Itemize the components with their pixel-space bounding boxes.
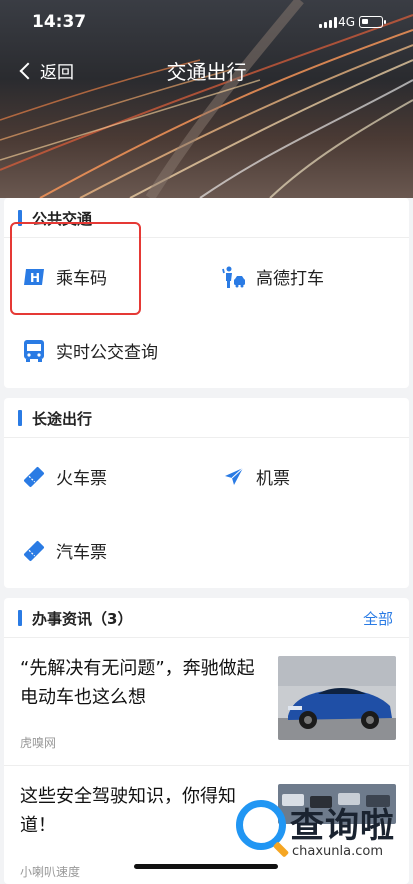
train-ticket-item[interactable]: 火车票 [22,464,107,489]
watermark-brand: 查询啦 [290,806,395,846]
section-header: 办事资讯（3） 全部 [4,598,409,638]
highlight-box [10,222,141,315]
network-type: 4G [338,15,355,29]
taxi-person-icon [222,265,246,289]
news-source: 虎嗅网 [20,736,57,750]
ticket-icon [22,539,46,563]
view-all-link[interactable]: 全部 [363,608,393,629]
section-accent-bar [18,410,22,426]
news-thumbnail [278,656,396,740]
news-item[interactable]: “先解决有无问题”，奔驰做起电动车也这么想 虎嗅网 [4,638,409,766]
header-banner: 14:37 4G 返回 交通出行 [0,0,413,198]
gaode-taxi-item[interactable]: 高德打车 [222,264,324,289]
watermark-logo: 查询啦 chaxunla.com [236,796,406,866]
flight-ticket-item[interactable]: 机票 [222,464,290,489]
status-time: 14:37 [32,12,87,32]
section-title: 办事资讯（3） [32,610,133,628]
battery-icon [359,16,386,28]
ticket-icon [22,465,46,489]
bus-icon [22,339,46,363]
realtime-bus-label: 实时公交查询 [56,343,158,363]
home-indicator[interactable] [134,864,278,869]
flight-ticket-label: 机票 [256,469,290,489]
news-source: 小喇叭速度 [20,865,81,879]
news-headline: “先解决有无问题”，奔驰做起电动车也这么想 [20,658,255,708]
airplane-icon [222,465,246,489]
section-title: 长途出行 [32,410,93,428]
bus-ticket-label: 汽车票 [56,543,107,563]
long-distance-section: 长途出行 火车票 机票 汽车票 [4,398,409,588]
gaode-taxi-label: 高德打车 [256,269,324,289]
realtime-bus-item[interactable]: 实时公交查询 [22,338,158,363]
watermark-url: chaxunla.com [292,844,383,859]
bus-ticket-item[interactable]: 汽车票 [22,538,107,563]
magnifier-icon [236,800,286,850]
navigation-bar: 返回 交通出行 [0,52,413,88]
train-ticket-label: 火车票 [56,469,107,489]
signal-icon [319,17,337,28]
page-title: 交通出行 [166,60,247,84]
status-bar: 14:37 4G [0,12,413,34]
section-header: 长途出行 [4,398,409,438]
section-accent-bar [18,610,22,626]
news-headline: 这些安全驾驶知识，你得知道！ [20,786,236,836]
